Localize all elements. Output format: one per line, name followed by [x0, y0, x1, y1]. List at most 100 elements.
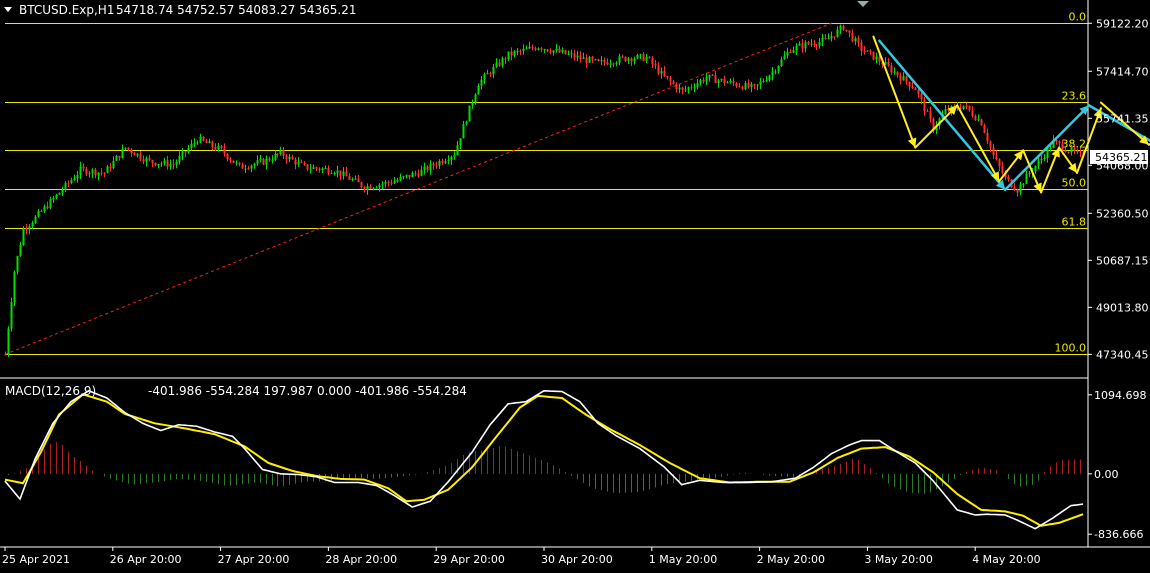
candle-body [402, 176, 405, 178]
candle-body [184, 151, 187, 153]
time-tick-label: 4 May 20:00 [972, 553, 1040, 566]
candle-body [396, 180, 399, 182]
candle-body [1013, 187, 1016, 191]
candle-body [902, 76, 905, 81]
candle-body [744, 83, 747, 90]
price-tick-label: 55741.35 [1096, 112, 1149, 125]
candle-body [567, 53, 570, 55]
candle-body [618, 56, 621, 63]
candle-body [181, 151, 184, 156]
candle-body [905, 76, 908, 82]
candle-body [315, 167, 318, 169]
candle-body [241, 164, 244, 169]
candle-body [756, 84, 759, 86]
candle-body [720, 78, 723, 81]
candle-body [190, 143, 193, 149]
candle-body [830, 36, 833, 39]
current-price-label: 54365.21 [1095, 151, 1148, 164]
candle-body [869, 50, 872, 52]
candle-body [148, 158, 151, 161]
macd-tick-label: -836.666 [1094, 528, 1143, 541]
candle-body [516, 50, 519, 52]
candle-body [648, 57, 651, 59]
candle-body [420, 169, 423, 176]
candle-body [303, 162, 306, 165]
candle-body [372, 187, 375, 189]
candle-body [118, 155, 121, 158]
candle-body [786, 51, 789, 56]
candle-body [699, 79, 702, 84]
candle-body [714, 75, 717, 83]
candle-body [351, 179, 354, 181]
candle-body [274, 153, 277, 160]
candle-body [327, 168, 330, 174]
candle-body [576, 55, 579, 58]
candle-body [52, 198, 55, 200]
candle-body [309, 168, 312, 170]
candle-body [172, 164, 175, 166]
candle-body [663, 70, 666, 76]
candle-body [297, 161, 300, 165]
candle-body [842, 25, 845, 30]
candle-body [501, 58, 504, 66]
candle-body [411, 172, 414, 178]
candle-body [468, 105, 471, 122]
candle-body [645, 57, 648, 61]
candle-body [642, 54, 645, 61]
candle-body [232, 160, 235, 163]
candle-body [780, 59, 783, 66]
candle-body [438, 160, 441, 166]
candle-body [971, 110, 974, 117]
candle-body [229, 159, 232, 161]
candle-body [121, 148, 124, 158]
candle-body [465, 121, 468, 125]
candle-body [262, 159, 265, 165]
candle-body [1040, 158, 1043, 161]
candle-body [25, 228, 28, 230]
candle-body [717, 80, 720, 83]
candle-body [564, 50, 567, 55]
candle-body [681, 87, 684, 90]
candle-body [570, 53, 573, 55]
candle-body [489, 73, 492, 75]
candle-body [423, 166, 426, 170]
candle-body [666, 75, 669, 78]
candle-body [471, 102, 474, 106]
candle-body [268, 158, 271, 161]
price-tick-label: 52360.50 [1096, 207, 1149, 220]
candle-body [405, 174, 408, 177]
candle-body [821, 38, 824, 42]
candle-body [917, 90, 920, 94]
candle-body [708, 74, 711, 78]
candle-body [477, 85, 480, 95]
candle-body [1061, 143, 1064, 151]
candle-body [774, 71, 777, 73]
candle-body [818, 41, 821, 46]
candle-body [738, 86, 741, 88]
candle-body [106, 166, 109, 174]
candle-body [998, 159, 1001, 167]
candle-body [848, 30, 851, 33]
candle-body [654, 64, 657, 66]
candle-body [795, 45, 798, 51]
candle-body [435, 165, 438, 167]
candle-body [342, 171, 345, 176]
candle-body [887, 62, 890, 66]
candle-body [687, 87, 690, 90]
candle-body [507, 51, 510, 60]
candle-body [857, 38, 860, 43]
candle-body [220, 145, 223, 148]
candle-body [414, 172, 417, 174]
candle-body [1037, 160, 1040, 166]
candle-body [827, 38, 830, 40]
candle-body [61, 189, 64, 193]
candle-body [741, 86, 744, 90]
candle-body [711, 74, 714, 76]
candle-body [636, 54, 639, 59]
candle-body [426, 166, 429, 171]
candle-body [58, 192, 61, 195]
candle-body [693, 87, 696, 89]
time-tick-label: 3 May 20:00 [864, 553, 932, 566]
candle-body [115, 155, 118, 161]
candle-body [10, 302, 13, 329]
